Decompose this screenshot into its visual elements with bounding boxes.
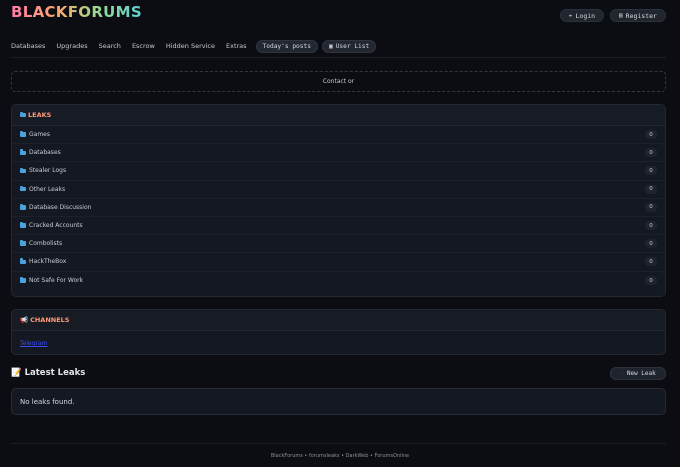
user-list-icon: ▣ <box>328 42 333 50</box>
contact-banner: Contact or <box>11 71 666 92</box>
channels-panel: 📢 CHANNELS Telegram <box>11 309 666 355</box>
folder-icon <box>20 240 26 246</box>
folder-icon <box>20 149 26 156</box>
register-label: Register <box>625 11 657 20</box>
forum-row-database-discussion[interactable]: Database Discussion 0 <box>12 199 665 217</box>
forum-row-nsfw[interactable]: Not Safe For Work 0 <box>12 272 665 290</box>
nav-item-databases[interactable]: Databases <box>11 39 45 53</box>
post-count: 0 <box>645 184 657 194</box>
channels-title: CHANNELS <box>30 316 70 324</box>
new-leak-label: New Leak <box>626 370 656 377</box>
forum-name[interactable]: Combolists <box>29 240 62 247</box>
nav-item-hidden-service[interactable]: Hidden Service <box>166 39 215 53</box>
nav-item-upgrades[interactable]: Upgrades <box>56 39 87 53</box>
megaphone-icon: 📢 <box>20 316 29 324</box>
contact-text: Contact or <box>322 78 355 85</box>
user-list-button[interactable]: ▣ User List <box>321 39 377 53</box>
pencil-icon: ✏ <box>568 12 573 19</box>
login-button[interactable]: ✏ Login <box>560 9 604 22</box>
folder-icon <box>20 111 26 118</box>
forum-name[interactable]: Not Safe For Work <box>29 277 83 284</box>
empty-text: No leaks found. <box>20 397 75 406</box>
plus-icon: · <box>620 370 624 377</box>
forum-name[interactable]: Games <box>29 131 50 138</box>
post-count: 0 <box>645 130 657 140</box>
user-list-label: User List <box>335 42 370 50</box>
post-count: 0 <box>645 239 657 249</box>
footer-links[interactable]: BlackForums • forumsleaks • DarkWeb • Fo… <box>271 453 409 459</box>
forum-row-hackthebox[interactable]: HackTheBox 0 <box>12 253 665 272</box>
leaks-panel: LEAKS Games 0 Databases 0 Stealer Logs 0… <box>11 104 666 297</box>
forum-name[interactable]: Cracked Accounts <box>29 222 83 229</box>
post-count: 0 <box>645 166 657 176</box>
forum-row-combolists[interactable]: Combolists 0 <box>12 235 665 254</box>
post-count: 0 <box>645 202 657 212</box>
nav-item-extras[interactable]: Extras <box>226 39 247 53</box>
folder-icon <box>20 258 26 265</box>
nav-item-escrow[interactable]: Escrow <box>132 39 155 53</box>
footer-divider <box>11 443 666 444</box>
forum-row-databases[interactable]: Databases 0 <box>12 144 665 163</box>
register-button[interactable]: ▤ Register <box>610 9 666 22</box>
leaks-title: LEAKS <box>28 111 52 119</box>
folder-icon <box>20 277 26 283</box>
forum-row-other-leaks[interactable]: Other Leaks 0 <box>12 181 665 199</box>
post-count: 0 <box>645 257 657 267</box>
forum-row-cracked-accounts[interactable]: Cracked Accounts 0 <box>12 217 665 236</box>
todays-posts-label: Today's posts <box>262 42 311 50</box>
forum-name[interactable]: Database Discussion <box>29 204 91 211</box>
latest-leaks-heading: 📝 Latest Leaks <box>11 368 85 378</box>
clipboard-icon: ▤ <box>619 12 623 19</box>
forum-name[interactable]: Databases <box>29 149 61 156</box>
folder-icon <box>20 222 26 228</box>
forum-row-games[interactable]: Games 0 <box>12 126 665 145</box>
forum-row-stealer-logs[interactable]: Stealer Logs 0 <box>12 162 665 181</box>
latest-leaks-title: Latest Leaks <box>24 368 86 378</box>
leaks-list: Games 0 Databases 0 Stealer Logs 0 Other… <box>12 126 665 290</box>
todays-posts-button[interactable]: Today's posts <box>255 39 318 53</box>
forum-name[interactable]: Other Leaks <box>29 186 65 193</box>
post-count: 0 <box>645 148 657 158</box>
site-logo[interactable]: BLACKFORUMS <box>11 3 142 21</box>
post-count: 0 <box>645 221 657 231</box>
telegram-link[interactable]: Telegram <box>12 331 665 356</box>
folder-icon <box>20 185 26 192</box>
folder-icon <box>20 131 26 137</box>
post-count: 0 <box>645 276 657 286</box>
nav-divider <box>11 57 666 58</box>
main-nav: Databases Upgrades Search Escrow Hidden … <box>11 39 380 53</box>
folder-icon <box>20 167 26 174</box>
leaks-header: LEAKS <box>12 105 665 126</box>
forum-name[interactable]: HackTheBox <box>29 258 66 265</box>
latest-leaks-empty: No leaks found. <box>11 388 666 415</box>
new-leak-button[interactable]: · New Leak <box>610 367 666 380</box>
channels-header: 📢 CHANNELS <box>12 310 665 331</box>
header: BLACKFORUMS ✏ Login ▤ Register <box>0 0 680 30</box>
login-label: Login <box>575 11 596 20</box>
nav-item-search[interactable]: Search <box>99 39 121 53</box>
forum-name[interactable]: Stealer Logs <box>29 167 66 174</box>
folder-icon <box>20 204 26 210</box>
memo-icon: 📝 <box>11 368 22 378</box>
footer: BlackForums • forumsleaks • DarkWeb • Fo… <box>0 453 680 459</box>
